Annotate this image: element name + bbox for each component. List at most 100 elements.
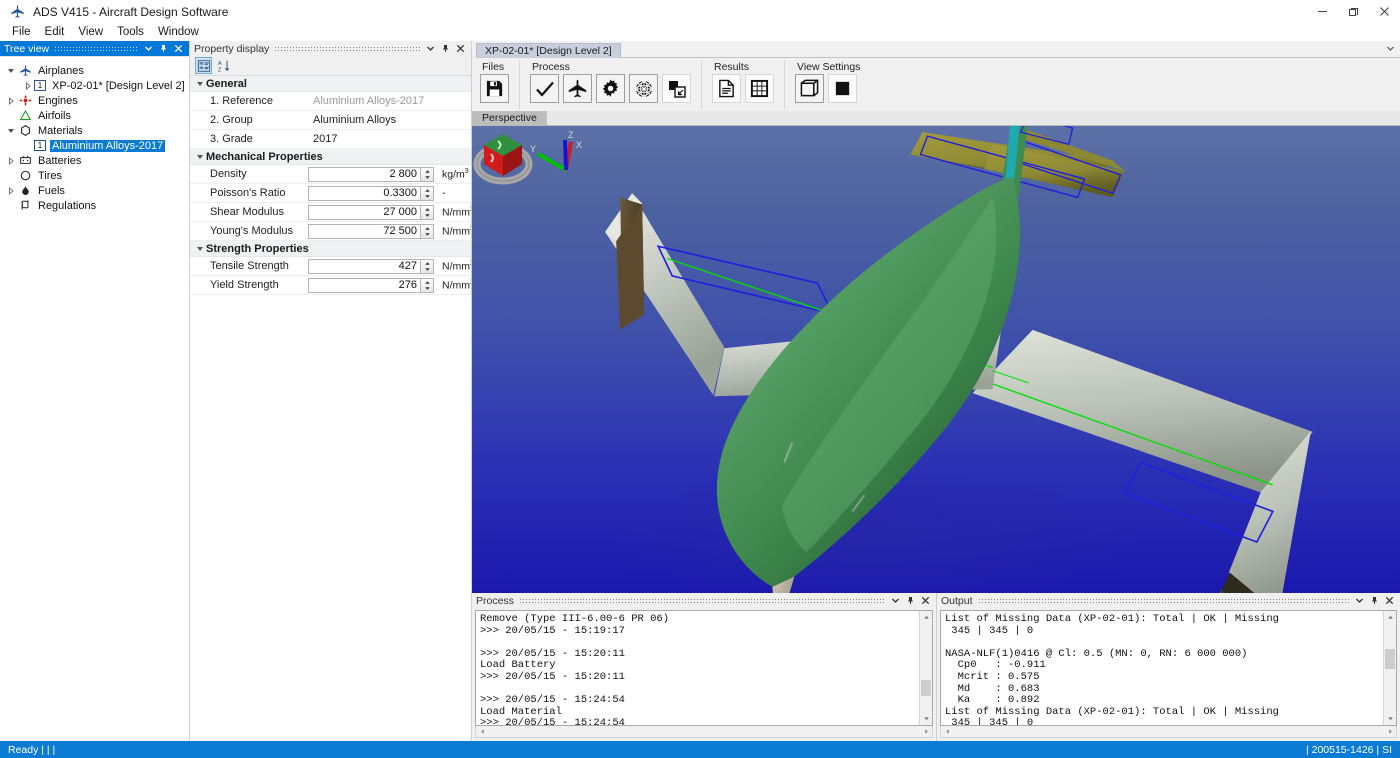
document-tab-xp-02-01[interactable]: XP-02-01* [Design Level 2] xyxy=(476,43,621,58)
expander-expanded-icon[interactable] xyxy=(4,127,17,135)
output-chevron-down-icon[interactable] xyxy=(1354,595,1365,606)
caption-grip xyxy=(274,45,420,52)
minimize-button[interactable] xyxy=(1307,0,1338,23)
output-pin-icon[interactable] xyxy=(1369,595,1380,606)
alphabetical-sort-icon[interactable]: A Z xyxy=(215,57,232,74)
scroll-right-icon[interactable] xyxy=(920,728,932,735)
scroll-track[interactable] xyxy=(920,624,932,712)
scroll-down-icon[interactable] xyxy=(1384,712,1396,725)
report-button[interactable] xyxy=(712,74,741,103)
youngs-modulus-stepper[interactable] xyxy=(421,223,434,239)
scroll-right-icon[interactable] xyxy=(1384,728,1396,735)
yield-strength-stepper[interactable] xyxy=(421,277,434,293)
scroll-up-icon[interactable] xyxy=(920,611,932,624)
tree-chevron-down-icon[interactable] xyxy=(143,43,154,54)
tree-node-materials[interactable]: Materials xyxy=(0,123,189,138)
scroll-left-icon[interactable] xyxy=(941,728,953,735)
property-value[interactable]: Aluminium Alloys xyxy=(308,114,471,126)
navigation-cube[interactable] xyxy=(472,126,534,188)
menu-window[interactable]: Window xyxy=(151,25,206,39)
poissons-ratio-stepper[interactable] xyxy=(421,185,434,201)
wireframe-button[interactable] xyxy=(795,74,824,103)
tensile-strength-input[interactable]: 427 xyxy=(308,258,421,274)
shear-modulus-input[interactable]: 27 000 xyxy=(308,204,421,220)
tree-node-airplanes[interactable]: Airplanes xyxy=(0,63,189,78)
process-vertical-scrollbar[interactable] xyxy=(919,611,932,725)
close-button[interactable] xyxy=(1369,0,1400,23)
settings-button[interactable] xyxy=(596,74,625,103)
expander-expanded-icon[interactable] xyxy=(4,67,17,75)
process-chevron-down-icon[interactable] xyxy=(890,595,901,606)
scroll-left-icon[interactable] xyxy=(476,728,488,735)
menu-tools[interactable]: Tools xyxy=(110,25,151,39)
group-expander-icon[interactable] xyxy=(193,245,206,253)
tree-node-fuels[interactable]: Fuels xyxy=(0,183,189,198)
scroll-down-icon[interactable] xyxy=(920,712,932,725)
menu-file[interactable]: File xyxy=(5,25,38,39)
tab-list-chevron-down-icon[interactable] xyxy=(1386,44,1395,56)
property-row-poissons-ratio[interactable]: Poisson's Ratio 0.3300 - xyxy=(190,184,471,203)
categorized-view-icon[interactable] xyxy=(195,57,212,74)
tree-node-engines[interactable]: Engines xyxy=(0,93,189,108)
density-input[interactable]: 2 800 xyxy=(308,166,421,182)
tree-pin-icon[interactable] xyxy=(158,43,169,54)
save-button[interactable] xyxy=(480,74,509,103)
shear-modulus-stepper[interactable] xyxy=(421,204,434,220)
youngs-modulus-input[interactable]: 72 500 xyxy=(308,223,421,239)
property-group-strength-properties[interactable]: Strength Properties xyxy=(190,241,471,257)
view-tab-perspective[interactable]: Perspective xyxy=(472,111,547,125)
property-pin-icon[interactable] xyxy=(440,43,451,54)
menu-view[interactable]: View xyxy=(71,25,110,39)
output-vertical-scrollbar[interactable] xyxy=(1383,611,1396,725)
tree-node-regulations[interactable]: Regulations xyxy=(0,198,189,213)
process-title: Process xyxy=(476,594,514,607)
tree-node-xp-02-01[interactable]: 1 XP-02-01* [Design Level 2] xyxy=(0,78,189,93)
density-stepper[interactable] xyxy=(421,166,434,182)
process-pin-icon[interactable] xyxy=(905,595,916,606)
tree-node-airfoils[interactable]: Airfoils xyxy=(0,108,189,123)
mesh-button[interactable] xyxy=(629,74,658,103)
process-close-icon[interactable] xyxy=(920,595,931,606)
expander-collapsed-icon[interactable] xyxy=(4,156,17,165)
property-value[interactable]: 2017 xyxy=(308,133,471,145)
viewport-3d[interactable]: Y Z X xyxy=(472,126,1400,593)
property-group-mechanical-properties[interactable]: Mechanical Properties xyxy=(190,149,471,165)
property-row-group[interactable]: 2. Group Aluminium Alloys xyxy=(190,111,471,130)
tree-node-aluminium-alloys-2017[interactable]: 1 Aluminium Alloys-2017 xyxy=(0,138,189,153)
group-expander-icon[interactable] xyxy=(193,153,206,161)
property-chevron-down-icon[interactable] xyxy=(425,43,436,54)
tree-node-batteries[interactable]: Batteries xyxy=(0,153,189,168)
yield-strength-input[interactable]: 276 xyxy=(308,277,421,293)
scroll-up-icon[interactable] xyxy=(1384,611,1396,624)
property-row-yield-strength[interactable]: Yield Strength 276 N/mm2 xyxy=(190,276,471,295)
tree-close-icon[interactable] xyxy=(173,43,184,54)
validate-button[interactable] xyxy=(530,74,559,103)
property-row-grade[interactable]: 3. Grade 2017 xyxy=(190,130,471,149)
property-group-general[interactable]: General xyxy=(190,76,471,92)
tree-node-list[interactable]: Airplanes 1 XP-02-01* [Design Level 2] E… xyxy=(0,56,189,741)
property-row-shear-modulus[interactable]: Shear Modulus 27 000 N/mm2 xyxy=(190,203,471,222)
restore-button[interactable] xyxy=(1338,0,1369,23)
output-close-icon[interactable] xyxy=(1384,595,1395,606)
group-expander-icon[interactable] xyxy=(193,80,206,88)
table-button[interactable] xyxy=(745,74,774,103)
expander-collapsed-icon[interactable] xyxy=(21,81,34,90)
property-close-icon[interactable] xyxy=(455,43,466,54)
aircraft-button[interactable] xyxy=(563,74,592,103)
expander-collapsed-icon[interactable] xyxy=(4,186,17,195)
property-row-tensile-strength[interactable]: Tensile Strength 427 N/mm2 xyxy=(190,257,471,276)
compare-button[interactable] xyxy=(662,74,691,103)
output-log-text: List of Missing Data (XP-02-01): Total |… xyxy=(945,613,1279,725)
tensile-strength-stepper[interactable] xyxy=(421,258,434,274)
process-horizontal-scrollbar[interactable] xyxy=(475,726,933,738)
expander-collapsed-icon[interactable] xyxy=(4,96,17,105)
tree-node-tires[interactable]: Tires xyxy=(0,168,189,183)
shaded-button[interactable] xyxy=(828,74,857,103)
property-row-youngs-modulus[interactable]: Young's Modulus 72 500 N/mm2 xyxy=(190,222,471,241)
menu-edit[interactable]: Edit xyxy=(38,25,72,39)
output-horizontal-scrollbar[interactable] xyxy=(940,726,1397,738)
property-row-density[interactable]: Density 2 800 kg/m3 xyxy=(190,165,471,184)
scroll-track[interactable] xyxy=(1384,624,1396,712)
poissons-ratio-input[interactable]: 0.3300 xyxy=(308,185,421,201)
fuel-icon xyxy=(17,184,33,197)
